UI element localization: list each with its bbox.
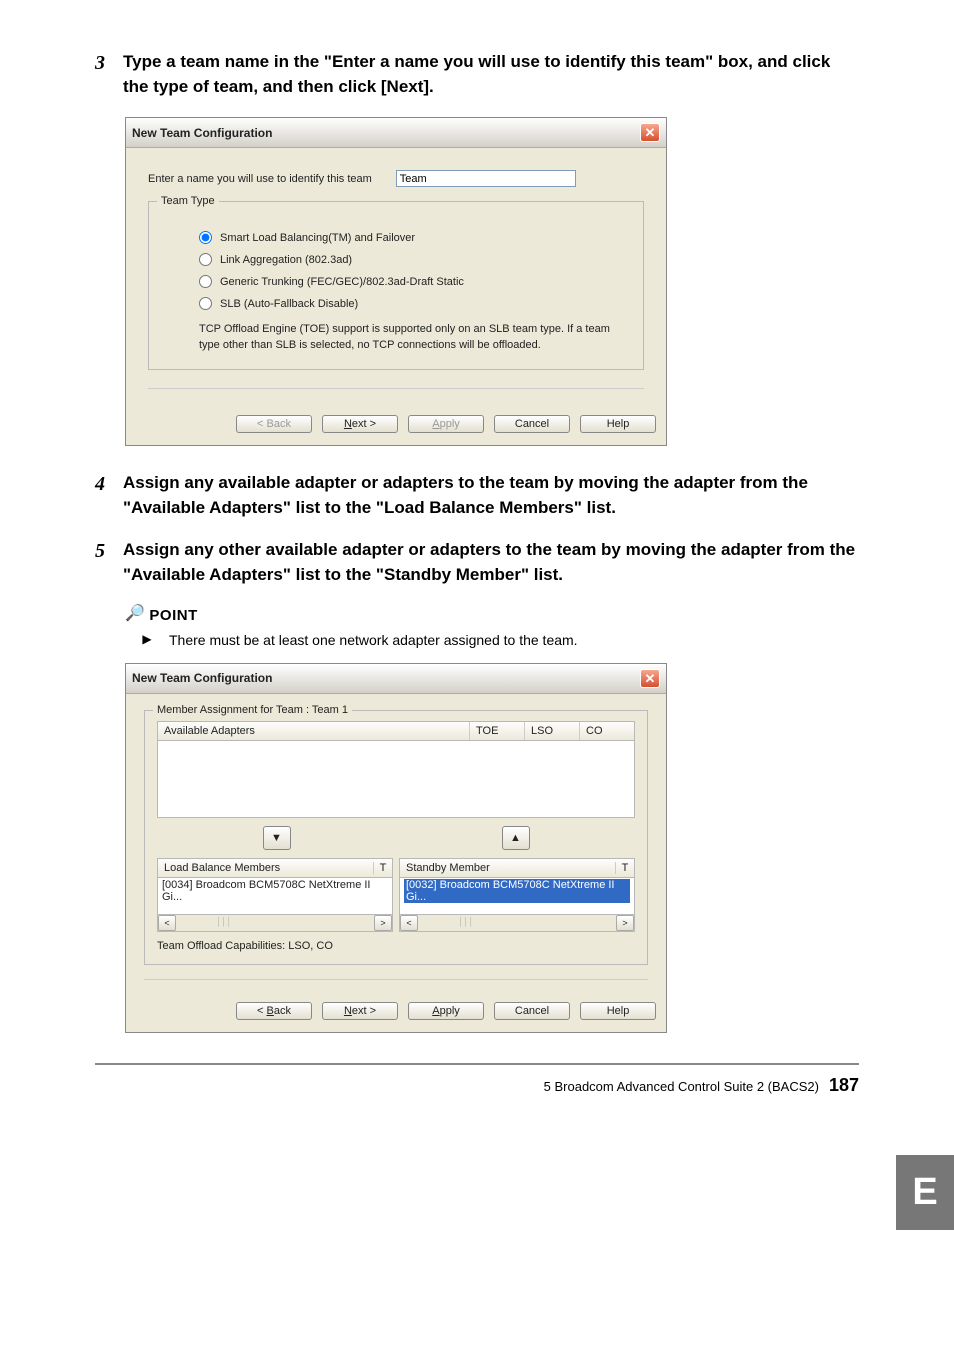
members-columns: Load Balance Members T [0034] Broadcom B… (157, 858, 635, 932)
help-button[interactable]: Help (580, 1002, 656, 1020)
dialog-title: New Team Configuration (132, 671, 272, 685)
appendix-tab: E (896, 1155, 954, 1230)
scroll-right-icon[interactable]: > (616, 915, 634, 931)
col-available[interactable]: Available Adapters (158, 722, 470, 740)
load-balance-header: Load Balance Members T (157, 858, 393, 878)
page-number: 187 (829, 1075, 859, 1096)
apply-button[interactable]: Apply (408, 1002, 484, 1020)
radio-label: Generic Trunking (FEC/GEC)/802.3ad-Draft… (220, 276, 464, 288)
scroll-thumb[interactable]: ⏐⏐⏐ (176, 917, 374, 928)
standby-header: Standby Member T (399, 858, 635, 878)
separator (144, 979, 648, 980)
point-label-text: POINT (149, 607, 197, 624)
cancel-button[interactable]: Cancel (494, 415, 570, 433)
col-standby[interactable]: Standby Member (400, 862, 616, 874)
hscroll[interactable]: < ⏐⏐⏐ > (399, 915, 635, 932)
titlebar: New Team Configuration ✕ (126, 664, 666, 694)
close-icon[interactable]: ✕ (640, 669, 660, 688)
scroll-right-icon[interactable]: > (374, 915, 392, 931)
triangle-down-icon: ▼ (271, 832, 282, 844)
hscroll[interactable]: < ⏐⏐⏐ > (157, 915, 393, 932)
radio-smart-load-balancing[interactable]: Smart Load Balancing(TM) and Failover (199, 231, 617, 244)
standby-column: Standby Member T [0032] Broadcom BCM5708… (399, 858, 635, 932)
available-adapters-list[interactable] (157, 741, 635, 818)
load-balance-list[interactable]: [0034] Broadcom BCM5708C NetXtreme II Gi… (157, 878, 393, 915)
back-button[interactable]: < Back (236, 1002, 312, 1020)
scroll-left-icon[interactable]: < (400, 915, 418, 931)
point-text: There must be at least one network adapt… (169, 632, 578, 648)
move-down-button[interactable]: ▼ (263, 826, 291, 850)
team-offload-caps: Team Offload Capabilities: LSO, CO (157, 940, 635, 952)
radio-input[interactable] (199, 231, 212, 244)
point-body: ▶ There must be at least one network ada… (125, 632, 859, 648)
col-toe[interactable]: TOE (470, 722, 525, 740)
apply-button[interactable]: Apply (408, 415, 484, 433)
dialog-new-team-config-1: New Team Configuration ✕ Enter a name yo… (125, 117, 667, 446)
col-t[interactable]: T (374, 862, 392, 874)
step-number: 3 (95, 50, 123, 99)
radio-label: Link Aggregation (802.3ad) (220, 254, 352, 266)
list-item[interactable]: [0034] Broadcom BCM5708C NetXtreme II Gi… (162, 879, 388, 903)
radio-label: Smart Load Balancing(TM) and Failover (220, 232, 415, 244)
step-text: Assign any other available adapter or ad… (123, 538, 859, 587)
radio-input[interactable] (199, 275, 212, 288)
move-up-button[interactable]: ▲ (502, 826, 530, 850)
next-button[interactable]: Next > (322, 1002, 398, 1020)
step-text: Assign any available adapter or adapters… (123, 471, 859, 520)
standby-list[interactable]: [0032] Broadcom BCM5708C NetXtreme II Gi… (399, 878, 635, 915)
step-number: 5 (95, 538, 123, 587)
col-load-balance[interactable]: Load Balance Members (158, 862, 374, 874)
footer-section: 5 Broadcom Advanced Control Suite 2 (BAC… (544, 1079, 819, 1094)
team-name-input[interactable] (396, 170, 576, 187)
team-name-label: Enter a name you will use to identify th… (148, 173, 372, 185)
step-text: Type a team name in the "Enter a name yo… (123, 50, 859, 99)
magnifier-icon: 🔎 (125, 603, 145, 623)
next-button[interactable]: Next > (322, 415, 398, 433)
dialog-new-team-config-2: New Team Configuration ✕ Member Assignme… (125, 663, 667, 1033)
step-3: 3 Type a team name in the "Enter a name … (95, 50, 859, 99)
step-5: 5 Assign any other available adapter or … (95, 538, 859, 587)
back-button[interactable]: < Back (236, 415, 312, 433)
step-4: 4 Assign any available adapter or adapte… (95, 471, 859, 520)
load-balance-column: Load Balance Members T [0034] Broadcom B… (157, 858, 393, 932)
cancel-button[interactable]: Cancel (494, 1002, 570, 1020)
radio-generic-trunking[interactable]: Generic Trunking (FEC/GEC)/802.3ad-Draft… (199, 275, 617, 288)
member-assignment-fieldset: Member Assignment for Team : Team 1 Avai… (144, 710, 648, 965)
list-item[interactable]: [0032] Broadcom BCM5708C NetXtreme II Gi… (404, 879, 630, 903)
radio-input[interactable] (199, 253, 212, 266)
separator (148, 388, 644, 389)
step-number: 4 (95, 471, 123, 520)
radio-label: SLB (Auto-Fallback Disable) (220, 298, 358, 310)
point-bullet-icon: ▶ (125, 632, 169, 648)
arrow-row: ▼ ▲ (157, 826, 635, 850)
point-heading: 🔎 POINT (125, 606, 859, 626)
available-adapters-header: Available Adapters TOE LSO CO (157, 721, 635, 741)
page-footer: 5 Broadcom Advanced Control Suite 2 (BAC… (95, 1063, 859, 1096)
radio-link-aggregation[interactable]: Link Aggregation (802.3ad) (199, 253, 617, 266)
scroll-left-icon[interactable]: < (158, 915, 176, 931)
help-button[interactable]: Help (580, 415, 656, 433)
dialog-title: New Team Configuration (132, 126, 272, 140)
point-callout: 🔎 POINT ▶ There must be at least one net… (125, 606, 859, 648)
triangle-up-icon: ▲ (510, 832, 521, 844)
radio-input[interactable] (199, 297, 212, 310)
team-name-row: Enter a name you will use to identify th… (148, 170, 644, 187)
team-type-hint: TCP Offload Engine (TOE) support is supp… (199, 322, 617, 353)
col-lso[interactable]: LSO (525, 722, 580, 740)
fieldset-legend: Team Type (157, 195, 219, 207)
col-t[interactable]: T (616, 862, 634, 874)
dialog-button-row: < Back Next > Apply Cancel Help (126, 996, 666, 1032)
radio-slb-auto-fallback[interactable]: SLB (Auto-Fallback Disable) (199, 297, 617, 310)
close-icon[interactable]: ✕ (640, 123, 660, 142)
fieldset-legend: Member Assignment for Team : Team 1 (153, 704, 352, 716)
team-type-fieldset: Team Type Smart Load Balancing(TM) and F… (148, 201, 644, 370)
dialog-button-row: < Back Next > Apply Cancel Help (126, 409, 666, 445)
titlebar: New Team Configuration ✕ (126, 118, 666, 148)
scroll-thumb[interactable]: ⏐⏐⏐ (418, 917, 616, 928)
col-co[interactable]: CO (580, 722, 634, 740)
